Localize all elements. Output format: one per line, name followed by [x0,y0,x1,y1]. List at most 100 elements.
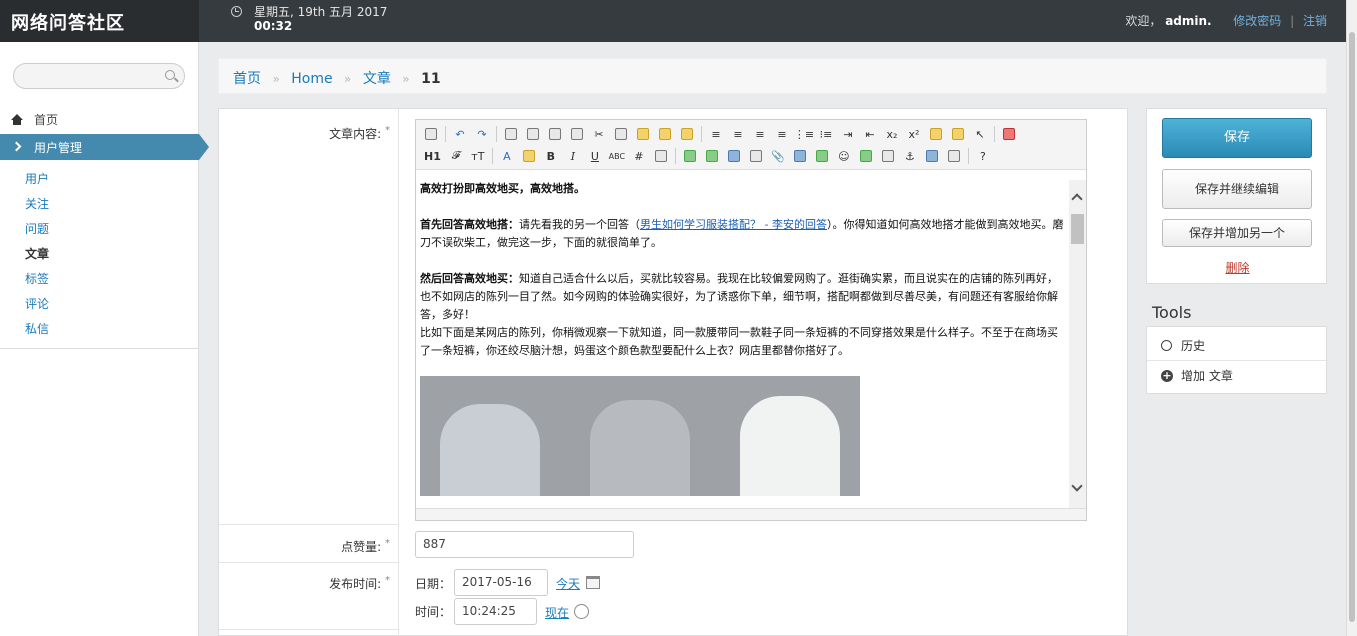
paste-icon[interactable] [634,126,652,142]
save-add-another-button[interactable]: 保存并增加另一个 [1162,219,1312,247]
sidebar-item-articles[interactable]: 文章 [0,242,199,267]
editor-scrollbar-thumb[interactable] [1071,214,1084,244]
content-label: 文章内容: * [329,125,390,142]
today-link[interactable]: 今天 [556,575,580,592]
ordered-list-icon[interactable]: ⋮≡ [794,126,814,142]
history-link[interactable]: 历史 [1147,331,1328,361]
sidebar-item-users[interactable]: 用户 [0,167,199,192]
scroll-up-icon[interactable] [1071,193,1083,205]
toolbar-row-1: ↶ ↷ ✂ ≡ ≡ ≡ ≡ ⋮≡ ⁝≡ ⇥ ⇤ x₂ x² ↖ [420,123,1020,145]
editor-content[interactable]: 高效打扮即高效地买，高效地搭。 首先回答高效地搭：请先看我的另一个回答（男生如何… [420,180,1065,508]
sidebar-section-user-management[interactable]: 用户管理 [0,134,209,160]
breadcrumb-item-articles[interactable]: 文章 [363,71,391,87]
breadcrumb-current: 11 [421,71,441,87]
preview-icon[interactable] [502,126,520,142]
time-input[interactable]: 10:24:25 [454,598,537,625]
highlight-icon[interactable] [520,148,538,164]
superscript-icon[interactable]: x² [905,126,923,142]
save-button[interactable]: 保存 [1162,118,1312,158]
source-icon[interactable] [422,126,440,142]
change-password-link[interactable]: 修改密码 [1233,14,1281,28]
calendar-icon[interactable] [586,576,600,589]
edit-form: 文章内容: * 点赞量: * 发布时间: * ↶ ↷ ✂ ≡ ≡ ≡ ≡ ⋮≡ … [218,108,1128,636]
now-link[interactable]: 现在 [545,604,569,621]
add-article-label: 增加 文章 [1181,369,1233,383]
font-size-icon[interactable]: тT [469,148,487,164]
search-icon[interactable] [165,70,175,80]
sidebar-item-messages[interactable]: 私信 [0,317,199,342]
justify-icon[interactable]: ≡ [773,126,791,142]
cut-icon[interactable]: ✂ [590,126,608,142]
clock-icon[interactable] [574,604,589,619]
sidebar-item-home[interactable]: 首页 [0,106,199,132]
indent-icon[interactable]: ⇥ [839,126,857,142]
sidebar-item-questions[interactable]: 问题 [0,217,199,242]
divider [219,629,399,630]
answer-link[interactable]: 男生如何学习服装搭配？ - 李安的回答 [640,218,827,231]
print-icon[interactable] [524,126,542,142]
scroll-down-icon[interactable] [1071,480,1083,492]
editor-scrollbar[interactable] [1069,180,1086,508]
table-icon[interactable] [791,148,809,164]
unordered-list-icon[interactable]: ⁝≡ [817,126,835,142]
flash-icon[interactable] [725,148,743,164]
table-grid-icon[interactable]: # [630,148,648,164]
actions-panel: 保存 保存并继续编辑 保存并增加另一个 删除 [1146,108,1327,284]
logout-link[interactable]: 注销 [1303,14,1327,28]
sidebar-item-comments[interactable]: 评论 [0,292,199,317]
date-input[interactable]: 2017-05-16 [454,569,548,596]
undo-icon[interactable]: ↶ [451,126,469,142]
align-center-icon[interactable]: ≡ [729,126,747,142]
hr-icon[interactable] [813,148,831,164]
clear-format-icon[interactable] [927,126,945,142]
delete-link[interactable]: 删除 [1147,259,1328,276]
attachment-icon[interactable]: 📎 [769,148,787,164]
outdent-icon[interactable]: ⇤ [861,126,879,142]
breadcrumb-item-home-cn[interactable]: 首页 [233,71,261,87]
image-icon[interactable] [681,148,699,164]
tools-title: Tools [1152,303,1192,322]
likes-input[interactable]: 887 [415,531,634,558]
cursor-icon[interactable]: ↖ [971,126,989,142]
font-color-icon[interactable]: A [498,148,516,164]
copy-icon[interactable] [612,126,630,142]
sidebar-item-tags[interactable]: 标签 [0,267,199,292]
multi-image-icon[interactable] [703,148,721,164]
code-icon[interactable] [568,126,586,142]
fullscreen-icon[interactable] [1000,126,1018,142]
select-all-icon[interactable] [949,126,967,142]
emoticon-icon[interactable]: ☺ [835,148,853,164]
italic-icon[interactable]: I [564,148,582,164]
brand-logo[interactable]: 网络问答社区 [0,0,199,42]
bold-icon[interactable]: B [542,148,560,164]
underline-icon[interactable]: U [586,148,604,164]
editor-resize-bar[interactable] [416,508,1086,520]
paste-text-icon[interactable] [656,126,674,142]
sidebar-item-follows[interactable]: 关注 [0,192,199,217]
sidebar-search-input[interactable] [13,63,185,89]
strikethrough-icon[interactable]: ABC [608,148,626,164]
align-left-icon[interactable]: ≡ [707,126,725,142]
breadcrumb-item-home[interactable]: Home [291,71,332,87]
unlink-icon[interactable] [945,148,963,164]
subscript-icon[interactable]: x₂ [883,126,901,142]
save-continue-button[interactable]: 保存并继续编辑 [1162,169,1312,209]
eraser-icon[interactable] [652,148,670,164]
template-icon[interactable] [546,126,564,142]
paste-word-icon[interactable] [678,126,696,142]
map-icon[interactable] [857,148,875,164]
font-family-icon[interactable]: 𝓕 [447,148,465,164]
rich-text-editor[interactable]: ↶ ↷ ✂ ≡ ≡ ≡ ≡ ⋮≡ ⁝≡ ⇥ ⇤ x₂ x² ↖ H1 𝓕 тT … [415,119,1087,521]
help-icon[interactable]: ? [974,148,992,164]
pagebreak-icon[interactable] [879,148,897,164]
anchor-icon[interactable]: ⚓ [901,148,919,164]
media-icon[interactable] [747,148,765,164]
align-right-icon[interactable]: ≡ [751,126,769,142]
add-article-link[interactable]: + 增加 文章 [1147,361,1328,391]
redo-icon[interactable]: ↷ [473,126,491,142]
link-icon[interactable] [923,148,941,164]
page-scrollbar-thumb[interactable] [1349,32,1355,622]
breadcrumb-sep: » [272,72,280,86]
page-scrollbar[interactable] [1346,0,1357,636]
heading-dropdown[interactable]: H1 [424,148,441,164]
